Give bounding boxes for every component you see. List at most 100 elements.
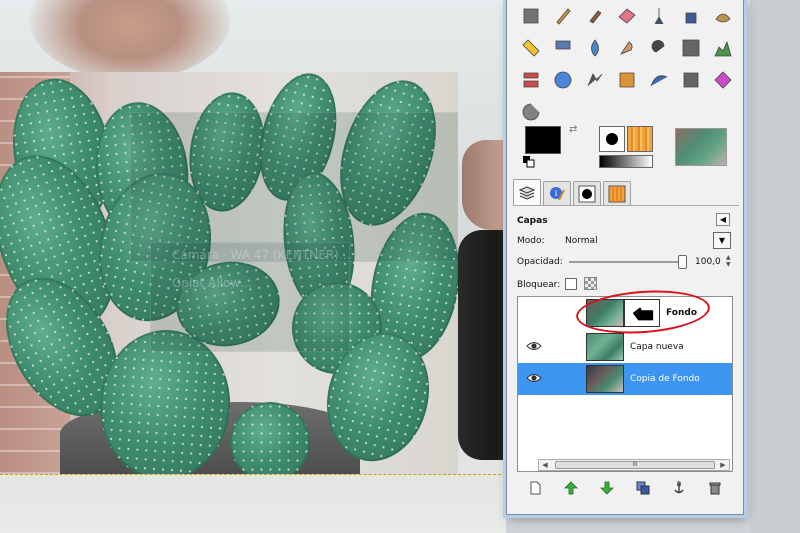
pattern-selector[interactable]	[627, 126, 653, 152]
tab-patterns[interactable]	[603, 181, 631, 205]
tool-button[interactable]	[515, 64, 547, 96]
smudge-icon	[619, 41, 633, 55]
layer-buttons-bar	[517, 478, 733, 498]
tool-button[interactable]	[579, 0, 611, 32]
ghost-text-line: Gplat Allow…	[172, 276, 253, 290]
eye-visibility-icon[interactable]	[526, 340, 542, 352]
layers-horizontal-scrollbar[interactable]: ◀ III ▶	[538, 459, 730, 471]
anchor-icon	[674, 481, 684, 494]
eye-visibility-icon[interactable]	[526, 372, 542, 384]
lock-label: Bloquear:	[517, 280, 561, 290]
layer-thumbnail[interactable]	[586, 333, 624, 361]
raise-layer-button[interactable]	[563, 480, 579, 496]
lower-layer-button[interactable]	[599, 480, 615, 496]
rect-select-icon	[523, 8, 539, 24]
tool-button[interactable]	[515, 0, 547, 32]
brush-dot-icon	[578, 185, 596, 202]
swap-colors-icon[interactable]: ⇄	[569, 124, 577, 135]
background-finger	[462, 140, 506, 230]
scroll-right-icon[interactable]: ▶	[717, 460, 729, 470]
opacity-value[interactable]: 100,0	[695, 257, 721, 267]
image-canvas[interactable]: Cámara · WA 47 (KENTNER)… Gplat Allow…	[0, 0, 506, 533]
heal-icon	[522, 39, 540, 57]
duplicate-icon	[636, 481, 650, 495]
opacity-slider-handle[interactable]	[678, 255, 687, 269]
gradient-selector[interactable]	[599, 155, 653, 168]
brush-selector[interactable]	[599, 126, 625, 152]
delete-layer-button[interactable]	[707, 480, 723, 496]
lock-alpha-icon[interactable]	[584, 277, 597, 290]
opacity-label: Opacidad:	[517, 257, 563, 267]
tab-channels[interactable]: i	[543, 181, 571, 205]
layer-list[interactable]: Fondo Capa nueva Copia de Fondo ◀ III ▶	[517, 286, 733, 472]
gegl-icon	[522, 103, 540, 121]
paintbrush-icon	[589, 10, 602, 24]
eraser-icon	[618, 8, 636, 24]
tool-button[interactable]	[643, 64, 675, 96]
mode-dropdown-button[interactable]: ▼	[713, 232, 731, 249]
layer-thumbnail[interactable]	[586, 365, 624, 393]
tool-button[interactable]	[515, 32, 547, 64]
color-balance-icon	[523, 72, 539, 88]
layers-panel-title: Capas	[517, 216, 548, 226]
hue-saturation-icon	[554, 71, 572, 89]
mode-value[interactable]: Normal	[565, 236, 598, 246]
tool-button[interactable]	[579, 32, 611, 64]
tool-button[interactable]	[643, 32, 675, 64]
scrollbar-thumb[interactable]: III	[555, 461, 715, 469]
active-image-thumbnail[interactable]	[675, 128, 727, 166]
blur-icon	[591, 39, 599, 57]
opacity-slider-track[interactable]	[569, 261, 687, 263]
airbrush-icon	[654, 8, 664, 25]
tool-button[interactable]	[547, 32, 579, 64]
curves-icon	[650, 75, 668, 87]
tool-button[interactable]	[675, 0, 707, 32]
tool-button[interactable]	[611, 32, 643, 64]
levels-icon	[714, 40, 732, 57]
background-hand	[458, 230, 506, 460]
tool-button[interactable]	[579, 64, 611, 96]
toolbox-window: ⇄ i Capas ◀ Modo: Normal ▼ Opacidad: 100…	[506, 0, 744, 515]
scroll-left-icon[interactable]: ◀	[539, 460, 551, 470]
layer-row-selected[interactable]: Copia de Fondo	[518, 363, 732, 395]
tool-button[interactable]	[675, 64, 707, 96]
tool-button[interactable]	[707, 32, 739, 64]
tool-button[interactable]	[547, 64, 579, 96]
dodge-burn-icon	[651, 40, 665, 53]
new-layer-button[interactable]	[527, 480, 543, 496]
arrow-down-icon	[600, 481, 614, 495]
mode-label: Modo:	[517, 236, 545, 246]
foreground-color-swatch[interactable]	[525, 126, 561, 154]
tab-brushes[interactable]	[573, 181, 601, 205]
tool-grid	[515, 0, 739, 128]
panel-menu-button[interactable]: ◀	[716, 213, 730, 226]
brush-dot-icon	[606, 133, 618, 145]
trash-icon	[709, 482, 721, 495]
duplicate-layer-button[interactable]	[635, 480, 651, 496]
layer-row[interactable]: Capa nueva	[518, 331, 732, 363]
gradient-icon	[682, 39, 700, 57]
tool-button[interactable]	[547, 0, 579, 32]
anchor-layer-button[interactable]	[671, 480, 687, 496]
opacity-spin-button[interactable]: ▲ ▼	[726, 254, 731, 268]
tool-button[interactable]	[643, 0, 675, 32]
cactus-pad	[230, 402, 310, 474]
layers-stack-icon	[518, 185, 536, 200]
tool-button[interactable]	[611, 64, 643, 96]
color-area[interactable]: ⇄	[521, 124, 583, 170]
ghost-overlay-text: Cámara · WA 47 (KENTNER)… Gplat Allow…	[172, 248, 351, 290]
reset-colors-icon[interactable]	[523, 156, 535, 168]
tool-button[interactable]	[675, 32, 707, 64]
desktop-background	[506, 515, 750, 533]
layer-row[interactable]: Fondo	[518, 286, 732, 338]
layer-name: Capa nueva	[630, 342, 684, 352]
triangle-left-icon: ◀	[719, 215, 727, 224]
selection-marquee[interactable]	[0, 474, 506, 475]
tool-button[interactable]	[611, 0, 643, 32]
new-page-icon	[530, 481, 541, 495]
red-annotation-ellipse	[574, 286, 712, 338]
lock-checkbox[interactable]	[565, 278, 577, 290]
tool-button[interactable]	[707, 64, 739, 96]
tool-button[interactable]	[707, 0, 739, 32]
tab-layers[interactable]	[513, 179, 541, 205]
